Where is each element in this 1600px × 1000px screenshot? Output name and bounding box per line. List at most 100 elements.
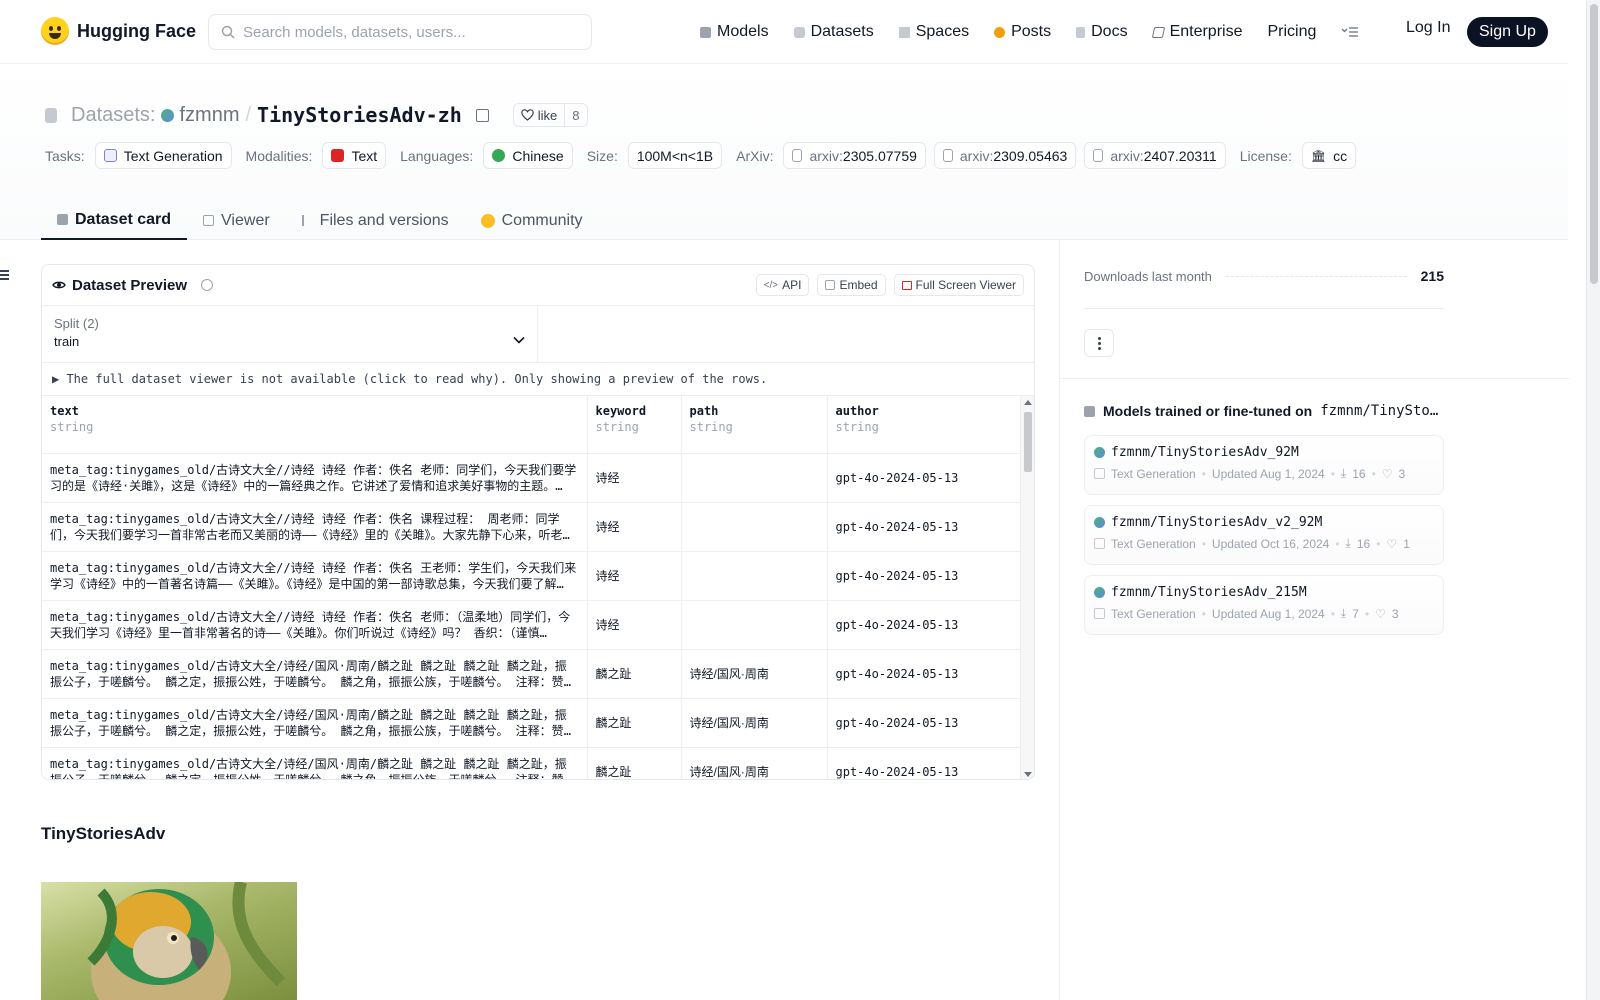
- cell-author[interactable]: gpt-4o-2024-05-13: [827, 502, 1022, 552]
- cell-keyword[interactable]: 麟之趾: [587, 649, 682, 699]
- split-select[interactable]: Split (2) train: [42, 306, 538, 362]
- table-row[interactable]: meta_tag:tinygames_old/古诗文大全/诗经/国风·周南/麟之…: [42, 649, 1022, 699]
- scroll-up-icon[interactable]: [1024, 400, 1032, 405]
- toc-toggle-icon[interactable]: [0, 270, 9, 282]
- cell-keyword[interactable]: 麟之趾: [587, 698, 682, 748]
- tag-license[interactable]: 🏛 cc: [1301, 142, 1357, 169]
- cell-text-column[interactable]: meta_tag:tinygames_old/古诗文大全//诗经 诗经 作者：佚…: [42, 502, 588, 552]
- models-title-repo[interactable]: fzmnm/TinyStoriesAdv-zh: [1320, 403, 1444, 419]
- cell-path[interactable]: [681, 502, 828, 552]
- cell-author[interactable]: gpt-4o-2024-05-13: [827, 551, 1022, 601]
- cell-author[interactable]: gpt-4o-2024-05-13: [827, 649, 1022, 699]
- repo-owner[interactable]: fzmnm: [161, 104, 239, 127]
- copy-icon[interactable]: [475, 108, 489, 122]
- tag-arxiv-2[interactable]: arxiv: 2309.05463: [933, 142, 1077, 169]
- tag-task[interactable]: Text Generation: [94, 142, 232, 169]
- table-row[interactable]: meta_tag:tinygames_old/古诗文大全/诗经/国风·周南/麟之…: [42, 747, 1022, 779]
- repo-tabs: Dataset card Viewer Files and versions C…: [41, 201, 599, 240]
- tab-files[interactable]: Files and versions: [286, 201, 465, 240]
- nav-posts[interactable]: Posts: [994, 23, 1051, 41]
- column-header-author[interactable]: author string: [827, 396, 1022, 454]
- like-count[interactable]: 8: [564, 104, 586, 126]
- nav-enterprise[interactable]: Enterprise: [1151, 23, 1242, 41]
- cell-author[interactable]: gpt-4o-2024-05-13: [827, 600, 1022, 650]
- cell-path[interactable]: [681, 453, 828, 503]
- cell-path[interactable]: 诗经/国风·周南: [681, 649, 828, 699]
- cell-text-column[interactable]: meta_tag:tinygames_old/古诗文大全/诗经/国风·周南/麟之…: [42, 698, 588, 748]
- embed-button[interactable]: Embed: [817, 274, 886, 296]
- tag-language[interactable]: Chinese: [483, 142, 573, 169]
- cell-path[interactable]: [681, 600, 828, 650]
- section-label[interactable]: Datasets:: [71, 104, 155, 127]
- like-button[interactable]: like 8: [512, 103, 588, 127]
- cell-author[interactable]: gpt-4o-2024-05-13: [827, 698, 1022, 748]
- more-options-button[interactable]: [1084, 329, 1114, 357]
- cell-text-column[interactable]: meta_tag:tinygames_old/古诗文大全//诗经 诗经 作者：佚…: [42, 551, 588, 601]
- nav-more-menu[interactable]: [1341, 26, 1359, 38]
- nav-pricing[interactable]: Pricing: [1267, 23, 1316, 41]
- nav-docs[interactable]: Docs: [1076, 23, 1128, 41]
- page-scrollbar[interactable]: [1586, 0, 1600, 1000]
- cell-path[interactable]: 诗经/国风·周南: [681, 698, 828, 748]
- bank-icon: 🏛: [1310, 148, 1327, 163]
- viewer-notice[interactable]: ▶ The full dataset viewer is not availab…: [42, 363, 1034, 396]
- api-button[interactable]: </> API: [755, 274, 810, 296]
- repo-name[interactable]: TinyStoriesAdv-zh: [257, 103, 462, 127]
- table-scrollbar[interactable]: [1020, 396, 1034, 779]
- tag-arxiv-1[interactable]: arxiv: 2305.07759: [783, 142, 926, 169]
- page-scrollbar-thumb[interactable]: [1590, 4, 1598, 284]
- column-header-text[interactable]: text string: [42, 396, 588, 454]
- info-icon[interactable]: [201, 279, 214, 291]
- nav-datasets[interactable]: Datasets: [793, 23, 874, 41]
- tab-community[interactable]: Community: [465, 201, 599, 240]
- paper-icon: [942, 149, 953, 162]
- tab-dataset-card[interactable]: Dataset card: [41, 201, 188, 240]
- cell-text-column[interactable]: meta_tag:tinygames_old/古诗文大全/诗经/国风·周南/麟之…: [42, 747, 588, 779]
- split-value: train: [54, 334, 80, 349]
- model-card[interactable]: fzmnm/TinyStoriesAdv_92M Text Generation •…: [1084, 435, 1444, 495]
- cell-text: meta_tag:tinygames_old/古诗文大全/诗经/国风·周南/麟之…: [50, 658, 567, 689]
- cell-author[interactable]: gpt-4o-2024-05-13: [827, 747, 1022, 779]
- column-header-keyword[interactable]: keyword string: [587, 396, 682, 454]
- table-scrollbar-thumb[interactable]: [1024, 412, 1032, 472]
- table-row[interactable]: meta_tag:tinygames_old/古诗文大全//诗经 诗经 作者：佚…: [42, 502, 1022, 552]
- cell-keyword[interactable]: 诗经: [587, 453, 682, 503]
- tab-viewer[interactable]: Viewer: [187, 201, 286, 240]
- cell-text-column[interactable]: meta_tag:tinygames_old/古诗文大全//诗经 诗经 作者：佚…: [42, 600, 588, 650]
- cell-text-column[interactable]: meta_tag:tinygames_old/古诗文大全//诗经 诗经 作者：佚…: [42, 453, 588, 503]
- column-type: string: [595, 420, 639, 434]
- login-button[interactable]: Log In: [1406, 19, 1450, 37]
- model-card[interactable]: fzmnm/TinyStoriesAdv_v2_92M Text Generati…: [1084, 505, 1444, 565]
- scroll-down-icon[interactable]: [1024, 772, 1032, 777]
- signup-button[interactable]: Sign Up: [1467, 17, 1548, 47]
- fullscreen-viewer-button[interactable]: Full Screen Viewer: [893, 274, 1024, 296]
- table-row[interactable]: meta_tag:tinygames_old/古诗文大全//诗经 诗经 作者：佚…: [42, 551, 1022, 601]
- arxiv-id: 2407.20311: [1143, 147, 1217, 164]
- nav-docs-label: Docs: [1091, 23, 1128, 40]
- nav-spaces[interactable]: Spaces: [898, 23, 969, 41]
- brand-logo[interactable]: Hugging Face: [41, 17, 196, 45]
- model-card[interactable]: fzmnm/TinyStoriesAdv_215M Text Generation…: [1084, 575, 1444, 635]
- cell-keyword[interactable]: 诗经: [587, 551, 682, 601]
- table-row[interactable]: meta_tag:tinygames_old/古诗文大全/诗经/国风·周南/麟之…: [42, 698, 1022, 748]
- table-row[interactable]: meta_tag:tinygames_old/古诗文大全//诗经 诗经 作者：佚…: [42, 453, 1022, 503]
- column-header-path[interactable]: path string: [681, 396, 828, 454]
- nav-models[interactable]: Models: [700, 23, 769, 41]
- tag-arxiv-3[interactable]: arxiv: 2407.20311: [1084, 142, 1226, 169]
- search-input[interactable]: [243, 23, 573, 41]
- cell-keyword[interactable]: 诗经: [587, 600, 682, 650]
- preview-title: Dataset Preview: [52, 277, 214, 294]
- tag-modality[interactable]: Text: [322, 142, 387, 169]
- column-type: string: [835, 420, 879, 434]
- divider: [1060, 378, 1569, 379]
- cell-author[interactable]: gpt-4o-2024-05-13: [827, 453, 1022, 503]
- cell-path[interactable]: [681, 551, 828, 601]
- cell-text-column[interactable]: meta_tag:tinygames_old/古诗文大全/诗经/国风·周南/麟之…: [42, 649, 588, 699]
- tag-size[interactable]: 100M<n<1B: [627, 142, 723, 169]
- cell-keyword[interactable]: 诗经: [587, 502, 682, 552]
- search-box[interactable]: [208, 14, 592, 50]
- cell-keyword[interactable]: 麟之趾: [587, 747, 682, 779]
- docs-icon: [1076, 26, 1086, 38]
- cell-path[interactable]: 诗经/国风·周南: [681, 747, 828, 779]
- table-row[interactable]: meta_tag:tinygames_old/古诗文大全//诗经 诗经 作者：佚…: [42, 600, 1022, 650]
